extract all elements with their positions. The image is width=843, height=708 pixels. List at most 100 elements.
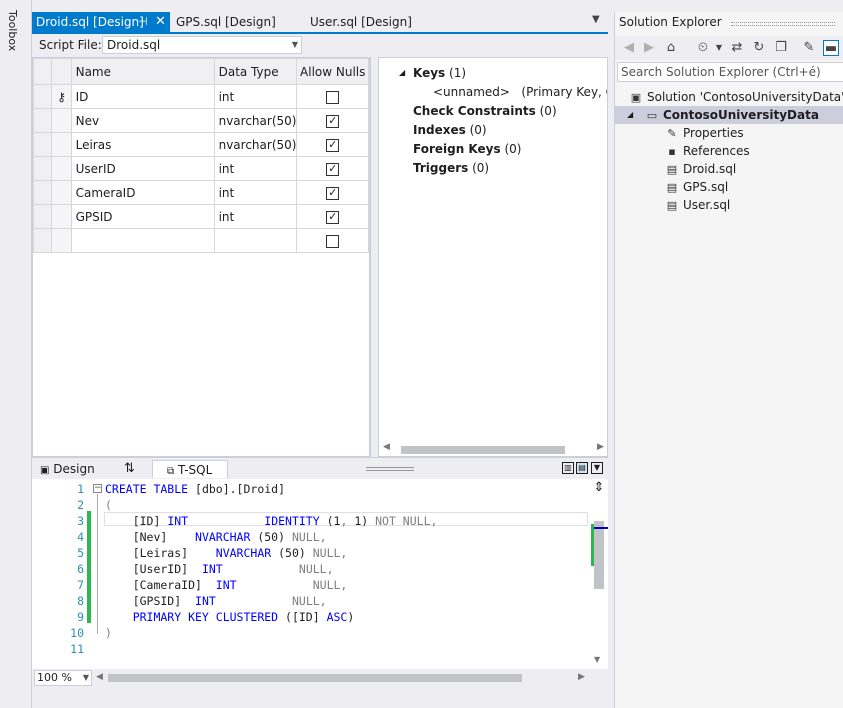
history-icon[interactable]: ⏲ xyxy=(695,40,711,56)
solution-item[interactable]: ▤ GPS.sql xyxy=(665,178,728,196)
solution-node[interactable]: ▣ Solution 'ContosoUniversityData' (1 p xyxy=(629,88,843,106)
expanded-triangle-icon[interactable]: ◢ xyxy=(627,106,633,124)
zoom-dropdown[interactable]: 100 % ▼ xyxy=(34,670,92,686)
row-selector[interactable] xyxy=(32,84,53,109)
scrollbar-thumb[interactable] xyxy=(401,446,565,454)
column-name-cell[interactable]: Nev xyxy=(70,108,215,133)
swap-panes-icon[interactable]: ⇅ xyxy=(124,460,135,478)
grid-horizontal-scrollbar[interactable] xyxy=(43,445,363,455)
row-selector[interactable] xyxy=(32,156,53,181)
split-editor-icon[interactable]: ⇕ xyxy=(593,481,605,495)
code-line[interactable]: ( xyxy=(105,497,112,513)
tsql-code-editor[interactable]: − 1 CREATE TABLE [dbo].[Droid] 2 (3 [ID] IN… xyxy=(32,479,608,669)
code-line[interactable]: [ID] INT IDENTITY (1, 1) NOT NULL, xyxy=(105,513,438,529)
column-name-cell[interactable]: ID xyxy=(70,84,215,109)
code-line[interactable]: [Leiras] NVARCHAR (50) NULL, xyxy=(105,545,348,561)
table-row[interactable]: Nev nvarchar(50) ✓ xyxy=(32,108,369,133)
allow-nulls-checkbox[interactable]: ✓ xyxy=(326,114,340,128)
row-selector[interactable] xyxy=(32,132,53,157)
data-type-cell[interactable]: nvarchar(50) xyxy=(213,108,298,133)
home-icon[interactable]: ⌂ xyxy=(663,40,679,56)
code-line[interactable]: PRIMARY KEY CLUSTERED ([ID] ASC) xyxy=(105,609,355,625)
allow-nulls-checkbox[interactable]: ✓ xyxy=(326,162,340,176)
tab-user-design[interactable]: User.sql [Design] xyxy=(306,12,426,32)
panel-splitter[interactable] xyxy=(370,57,378,457)
code-line[interactable]: CREATE TABLE [dbo].[Droid] xyxy=(105,481,285,497)
column-name-cell[interactable]: Leiras xyxy=(70,132,215,157)
table-row[interactable]: GPSID int ✓ xyxy=(32,204,369,229)
pin-icon[interactable]: ⊣ xyxy=(138,12,148,32)
toolbox-label[interactable]: Toolbox xyxy=(6,10,19,51)
tab-droid-design[interactable]: Droid.sql [Design] ⊣ ✕ xyxy=(32,12,170,32)
tab-overflow-icon[interactable]: ▼ xyxy=(592,14,600,25)
column-header-data-type[interactable]: Data Type xyxy=(213,58,298,85)
foreign-keys-node[interactable]: Foreign Keys (0) xyxy=(413,140,521,158)
collapse-pane-icon[interactable]: ▼ xyxy=(591,462,603,474)
preview-icon[interactable]: ▬ xyxy=(823,40,839,56)
expanded-triangle-icon[interactable]: ◢ xyxy=(399,64,405,82)
editor-horizontal-scrollbar-thumb[interactable] xyxy=(108,674,522,682)
data-type-cell[interactable]: int xyxy=(213,180,298,205)
column-name-cell[interactable]: UserID xyxy=(70,156,215,181)
data-type-cell[interactable] xyxy=(213,228,298,253)
editor-vertical-scrollbar[interactable]: ⇕ ▼ xyxy=(590,479,608,669)
data-type-cell[interactable]: int xyxy=(213,156,298,181)
tab-gps-design[interactable]: GPS.sql [Design] xyxy=(172,12,292,32)
data-type-cell[interactable]: int xyxy=(213,84,298,109)
horizontal-split-icon[interactable]: ▤ xyxy=(576,462,588,474)
row-selector[interactable] xyxy=(32,108,53,133)
collapse-outline-icon[interactable]: − xyxy=(93,484,102,493)
refresh-icon[interactable]: ↻ xyxy=(751,40,767,56)
chevron-down-icon[interactable]: ▼ xyxy=(711,40,727,56)
column-name-cell[interactable]: CameraID xyxy=(70,180,215,205)
solution-search-input[interactable]: Search Solution Explorer (Ctrl+é) xyxy=(617,62,843,82)
solution-item[interactable]: ▪ References xyxy=(665,142,749,160)
allow-nulls-checkbox[interactable]: ✓ xyxy=(326,138,340,152)
solution-item[interactable]: ▤ User.sql xyxy=(665,196,730,214)
row-selector[interactable] xyxy=(32,228,53,253)
scroll-left-icon[interactable]: ◀ xyxy=(96,672,103,682)
key-item[interactable]: <unnamed> (Primary Key, Cluste xyxy=(433,83,607,101)
panel-drag-grip[interactable] xyxy=(731,22,835,26)
sync-icon[interactable]: ⇄ xyxy=(729,40,745,56)
table-row[interactable]: UserID int ✓ xyxy=(32,156,369,181)
scroll-left-icon[interactable]: ◀ xyxy=(383,442,390,452)
allow-nulls-checkbox[interactable]: ✓ xyxy=(326,186,340,200)
code-line[interactable]: [CameraID] INT NULL, xyxy=(105,577,348,593)
allow-nulls-checkbox[interactable] xyxy=(326,234,340,248)
check-constraints-node[interactable]: Check Constraints (0) xyxy=(413,102,557,120)
scrollbar-thumb[interactable] xyxy=(594,521,604,589)
back-icon[interactable]: ◀ xyxy=(621,40,637,56)
properties-horizontal-scrollbar[interactable]: ◀ ▶ xyxy=(383,442,605,454)
properties-wrench-icon[interactable]: ✎ xyxy=(801,40,817,56)
scroll-right-icon[interactable]: ▶ xyxy=(597,442,604,452)
row-selector[interactable] xyxy=(32,204,53,229)
triggers-node[interactable]: Triggers (0) xyxy=(413,159,489,177)
close-icon[interactable]: ✕ xyxy=(155,12,166,32)
allow-nulls-checkbox[interactable] xyxy=(326,90,340,104)
column-name-cell[interactable] xyxy=(70,228,215,253)
allow-nulls-checkbox[interactable]: ✓ xyxy=(326,210,340,224)
collapse-all-icon[interactable]: ❐ xyxy=(773,40,789,56)
table-row[interactable]: Leiras nvarchar(50) ✓ xyxy=(32,132,369,157)
column-name-cell[interactable]: GPSID xyxy=(70,204,215,229)
solution-explorer-title[interactable]: Solution Explorer xyxy=(619,15,722,29)
code-line[interactable]: [Nev] NVARCHAR (50) NULL, xyxy=(105,529,327,545)
pane-resize-grip[interactable] xyxy=(366,467,414,471)
solution-item[interactable]: ▤ Droid.sql xyxy=(665,160,736,178)
script-file-dropdown[interactable]: Droid.sql ▼ xyxy=(102,36,302,54)
solution-item[interactable]: ✎ Properties xyxy=(665,124,743,142)
scroll-right-icon[interactable]: ▶ xyxy=(578,672,585,682)
column-header-name[interactable]: Name xyxy=(70,58,215,85)
table-row[interactable]: CameraID int ✓ xyxy=(32,180,369,205)
forward-icon[interactable]: ▶ xyxy=(641,40,657,56)
tab-design-view[interactable]: ▣ Design xyxy=(40,460,95,478)
table-row[interactable]: ⚷ ID int xyxy=(32,84,369,109)
indexes-node[interactable]: Indexes (0) xyxy=(413,121,487,139)
table-row[interactable] xyxy=(32,228,369,253)
project-node[interactable]: ◢ ▭ ContosoUniversityData xyxy=(615,106,843,124)
data-type-cell[interactable]: nvarchar(50) xyxy=(213,132,298,157)
scroll-down-icon[interactable]: ▼ xyxy=(594,655,600,664)
code-line[interactable]: [GPSID] INT NULL, xyxy=(105,593,327,609)
column-header-allow-nulls[interactable]: Allow Nulls xyxy=(296,58,369,85)
